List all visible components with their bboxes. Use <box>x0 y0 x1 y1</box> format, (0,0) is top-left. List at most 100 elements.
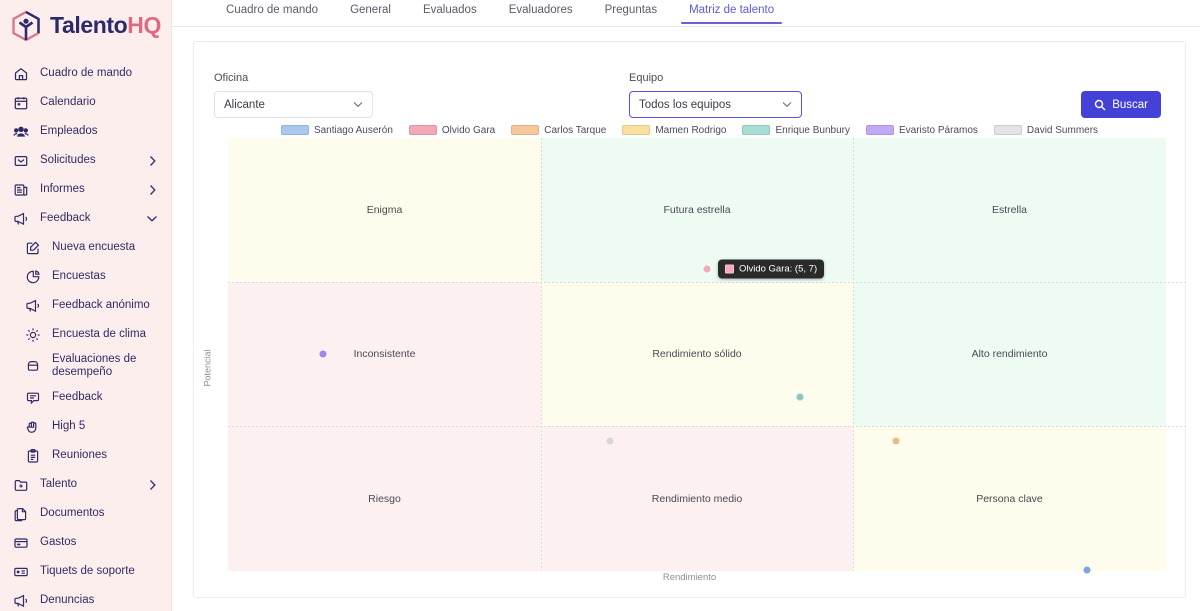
legend-swatch <box>281 125 309 135</box>
quadrant-inconsistente: Inconsistente <box>228 282 541 426</box>
legend-item[interactable]: Santiago Auserón <box>281 125 393 136</box>
sidebar-item-label: Evaluaciones de desempeño <box>52 353 171 379</box>
sidebar-item-calendario[interactable]: Calendario <box>0 88 171 117</box>
tab-general[interactable]: General <box>334 0 407 23</box>
chevron-right-icon[interactable] <box>145 184 159 196</box>
data-point-enrique-bunbury[interactable] <box>797 393 804 400</box>
tab-evaluadores[interactable]: Evaluadores <box>493 0 589 23</box>
sidebar-item-tiquets-de-soporte[interactable]: Tiquets de soporte <box>0 557 171 586</box>
legend-swatch <box>409 125 437 135</box>
app-root: TalentoHQ Cuadro de mando Calendario Emp… <box>0 0 1200 611</box>
legend-swatch <box>866 125 894 135</box>
gridline-vertical <box>853 138 854 571</box>
sidebar-item-label: Cuadro de mando <box>40 67 171 80</box>
brand-name-primary: Talento <box>50 12 127 38</box>
data-point-carlos-tarque[interactable] <box>892 438 899 445</box>
office-field: Oficina Alicante <box>214 72 373 118</box>
talent-matrix-panel: Oficina Alicante Equipo Todos los equipo… <box>193 41 1186 598</box>
chevron-right-icon[interactable] <box>145 479 159 491</box>
tab-evaluados[interactable]: Evaluados <box>407 0 493 23</box>
megaphone-icon <box>12 592 29 609</box>
legend-item[interactable]: David Summers <box>994 125 1098 136</box>
sidebar-item-label: Feedback anónimo <box>52 299 171 312</box>
legend-label: Santiago Auserón <box>314 125 393 136</box>
legend-item[interactable]: Enrique Bunbury <box>742 125 850 136</box>
legend-label: Enrique Bunbury <box>775 125 850 136</box>
gridline-horizontal <box>228 282 1185 283</box>
sidebar-item-solicitudes[interactable]: Solicitudes <box>0 146 171 175</box>
sidebar-item-label: Gastos <box>40 536 171 549</box>
report-icon <box>12 181 29 198</box>
megaphone-icon <box>12 210 29 227</box>
brand-logo[interactable]: TalentoHQ <box>0 0 171 52</box>
sidebar-item-reuniones[interactable]: Reuniones <box>0 441 171 470</box>
quadrant-persona-clave: Persona clave <box>853 426 1166 571</box>
sidebar-item-encuesta-de-clima[interactable]: Encuesta de clima <box>0 320 171 349</box>
tooltip-swatch <box>725 264 734 273</box>
pie-chart-icon <box>24 268 41 285</box>
chart-plot-area: Enigma Futura estrella Estrella Inconsis… <box>228 138 1185 571</box>
clipboard-icon <box>24 447 41 464</box>
briefcase-icon <box>24 358 41 375</box>
main-content: Cuadro de mando General Evaluados Evalua… <box>172 0 1200 611</box>
y-axis-title: Potencial <box>200 138 216 597</box>
edit-square-icon <box>24 239 41 256</box>
sidebar-item-cuadro-de-mando[interactable]: Cuadro de mando <box>0 59 171 88</box>
sidebar-item-nueva-encuesta[interactable]: Nueva encuesta <box>0 233 171 262</box>
sidebar-item-gastos[interactable]: Gastos <box>0 528 171 557</box>
chat-icon <box>24 389 41 406</box>
chevron-down-icon[interactable] <box>145 214 159 223</box>
sidebar: TalentoHQ Cuadro de mando Calendario Emp… <box>0 0 172 611</box>
search-button[interactable]: Buscar <box>1081 91 1161 118</box>
legend-item[interactable]: Carlos Tarque <box>511 125 606 136</box>
sidebar-item-evaluaciones-de-desempeno[interactable]: Evaluaciones de desempeño <box>0 349 171 383</box>
sidebar-item-empleados[interactable]: Empleados <box>0 117 171 146</box>
quadrant-estrella: Estrella <box>853 138 1166 282</box>
sidebar-item-label: Feedback <box>52 391 171 404</box>
data-point-evaristo-paramos[interactable] <box>319 350 326 357</box>
quadrant-riesgo: Riesgo <box>228 426 541 571</box>
sidebar-item-label: High 5 <box>52 420 171 433</box>
sidebar-item-label: Nueva encuesta <box>52 241 171 254</box>
tab-cuadro-de-mando[interactable]: Cuadro de mando <box>210 0 334 23</box>
sidebar-item-label: Feedback <box>40 212 134 225</box>
sidebar-item-label: Encuesta de clima <box>52 328 171 341</box>
legend-item[interactable]: Mamen Rodrigo <box>622 125 726 136</box>
quadrant-label: Inconsistente <box>228 348 541 360</box>
sidebar-item-high-5[interactable]: High 5 <box>0 412 171 441</box>
sidebar-item-label: Encuestas <box>52 270 171 283</box>
sidebar-item-feedback-anonimo[interactable]: Feedback anónimo <box>0 291 171 320</box>
legend-swatch <box>994 125 1022 135</box>
legend-swatch <box>622 125 650 135</box>
talent-matrix-chart: Potencial Enigma Futura estrella Estrell… <box>194 138 1185 597</box>
calendar-icon <box>12 94 29 111</box>
sidebar-item-encuestas[interactable]: Encuestas <box>0 262 171 291</box>
gridline-horizontal <box>228 426 1185 427</box>
tab-preguntas[interactable]: Preguntas <box>589 0 673 23</box>
sidebar-item-denuncias[interactable]: Denuncias <box>0 586 171 611</box>
data-point-david-summers[interactable] <box>606 438 613 445</box>
office-select[interactable]: Alicante <box>214 91 373 118</box>
x-axis-title: Rendimiento <box>194 572 1185 583</box>
sidebar-item-documentos[interactable]: Documentos <box>0 499 171 528</box>
sidebar-item-label: Talento <box>40 478 134 491</box>
tab-matriz-de-talento[interactable]: Matriz de talento <box>673 0 790 23</box>
filter-bar: Oficina Alicante Equipo Todos los equipo… <box>194 42 1185 118</box>
documents-icon <box>12 505 29 522</box>
sidebar-item-feedback[interactable]: Feedback <box>0 204 171 233</box>
sidebar-item-informes[interactable]: Informes <box>0 175 171 204</box>
chevron-right-icon[interactable] <box>145 155 159 167</box>
legend-item[interactable]: Olvido Gara <box>409 125 495 136</box>
tab-bar: Cuadro de mando General Evaluados Evalua… <box>172 0 1200 27</box>
inbox-icon <box>12 152 29 169</box>
quadrant-label: Rendimiento medio <box>541 493 853 505</box>
legend-label: Olvido Gara <box>442 125 495 136</box>
chart-legend: Santiago Auserón Olvido Gara Carlos Tarq… <box>194 120 1185 140</box>
data-point-olvido-gara[interactable] <box>703 265 710 272</box>
team-select[interactable]: Todos los equipos <box>629 91 802 118</box>
legend-item[interactable]: Evaristo Páramos <box>866 125 978 136</box>
sidebar-item-talento[interactable]: Talento <box>0 470 171 499</box>
megaphone-icon <box>24 297 41 314</box>
folder-plus-icon <box>12 476 29 493</box>
sidebar-item-feedback-sub[interactable]: Feedback <box>0 383 171 412</box>
